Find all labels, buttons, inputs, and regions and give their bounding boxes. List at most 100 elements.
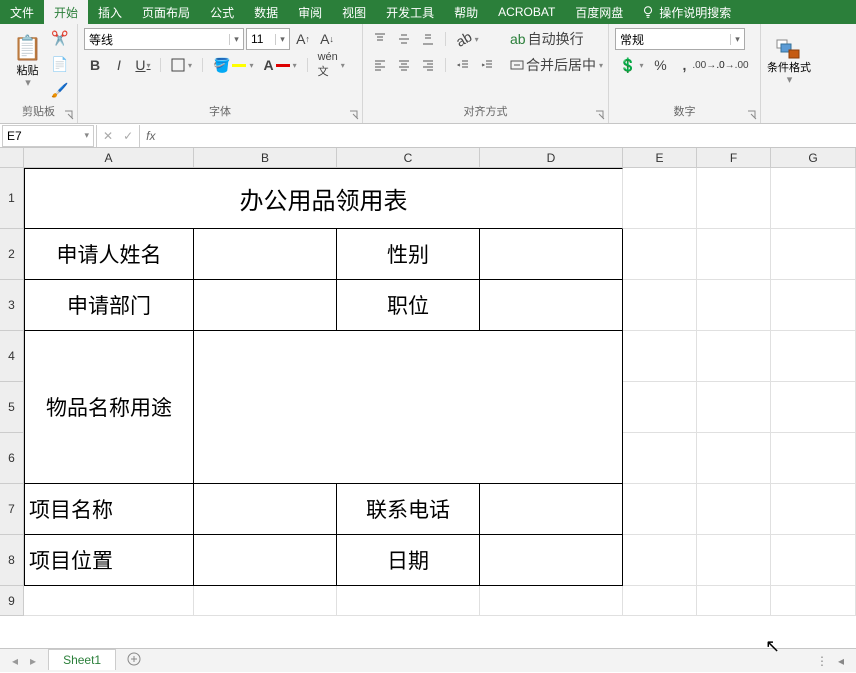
row-header-3[interactable]: 3 [0, 280, 23, 331]
cell-f6[interactable] [697, 433, 771, 484]
cell-a1[interactable]: 办公用品领用表 [24, 168, 623, 229]
name-box[interactable]: E7 ▾ [2, 125, 94, 147]
cell-e1[interactable] [623, 168, 697, 229]
paste-button[interactable]: 📋 粘贴 ▾ [6, 25, 49, 97]
cell-e8[interactable] [623, 535, 697, 586]
cell-e6[interactable] [623, 433, 697, 484]
col-header-d[interactable]: D [480, 148, 623, 168]
sheet-nav-next[interactable]: ▸ [30, 654, 36, 668]
cell-g9[interactable] [771, 586, 856, 616]
cell-a3[interactable]: 申请部门 [24, 280, 194, 331]
cell-f4[interactable] [697, 331, 771, 382]
tab-insert[interactable]: 插入 [88, 0, 132, 24]
col-header-f[interactable]: F [697, 148, 771, 168]
align-right-button[interactable] [417, 54, 439, 76]
cell-c9[interactable] [337, 586, 480, 616]
cell-b8[interactable] [194, 535, 337, 586]
cell-f2[interactable] [697, 229, 771, 280]
enter-formula-button[interactable]: ✓ [123, 129, 133, 143]
tab-acrobat[interactable]: ACROBAT [488, 0, 565, 24]
align-bottom-button[interactable] [417, 28, 439, 50]
conditional-formatting-button[interactable]: 条件格式 ▾ [763, 26, 815, 98]
cell-b7[interactable] [194, 484, 337, 535]
align-left-button[interactable] [369, 54, 391, 76]
cell-d2[interactable] [480, 229, 623, 280]
cell-e5[interactable] [623, 382, 697, 433]
format-painter-button[interactable]: 🖌️ [49, 79, 71, 101]
merge-center-button[interactable]: 合并后居中 ▾ [506, 54, 616, 76]
cell-f9[interactable] [697, 586, 771, 616]
col-header-a[interactable]: A [24, 148, 194, 168]
cell-g6[interactable] [771, 433, 856, 484]
border-button[interactable]: ▾ [167, 54, 196, 76]
cell-f1[interactable] [697, 168, 771, 229]
number-format-combo[interactable]: 常规 ▾ [615, 28, 745, 50]
phonetic-button[interactable]: wén文▾ [314, 54, 349, 76]
row-header-1[interactable]: 1 [0, 168, 23, 229]
copy-button[interactable]: 📄 [49, 53, 71, 75]
cell-d9[interactable] [480, 586, 623, 616]
dialog-launcher-icon[interactable] [594, 109, 606, 121]
cell-c2[interactable]: 性别 [337, 229, 480, 280]
increase-font-button[interactable]: A↑ [292, 28, 314, 50]
dialog-launcher-icon[interactable] [348, 109, 360, 121]
cell-e7[interactable] [623, 484, 697, 535]
row-header-8[interactable]: 8 [0, 535, 23, 586]
increase-indent-button[interactable] [476, 54, 498, 76]
cell-c8[interactable]: 日期 [337, 535, 480, 586]
cell-e4[interactable] [623, 331, 697, 382]
cell-f7[interactable] [697, 484, 771, 535]
cell-f3[interactable] [697, 280, 771, 331]
col-header-c[interactable]: C [337, 148, 480, 168]
dialog-launcher-icon[interactable] [63, 109, 75, 121]
cell-g8[interactable] [771, 535, 856, 586]
tab-data[interactable]: 数据 [244, 0, 288, 24]
fill-color-button[interactable]: 🪣 ▾ [209, 54, 257, 76]
align-center-button[interactable] [393, 54, 415, 76]
new-sheet-button[interactable] [116, 651, 152, 670]
cell-b9[interactable] [194, 586, 337, 616]
cut-button[interactable]: ✂️ [49, 27, 71, 49]
cell-a9[interactable] [24, 586, 194, 616]
decrease-decimal-button[interactable]: .0→.00 [721, 54, 743, 76]
cell-a2[interactable]: 申请人姓名 [24, 229, 194, 280]
scroll-left-button[interactable]: ◂ [838, 654, 844, 668]
align-top-button[interactable] [369, 28, 391, 50]
cell-b3[interactable] [194, 280, 337, 331]
fx-label[interactable]: fx [139, 125, 155, 147]
cell-g5[interactable] [771, 382, 856, 433]
cell-g3[interactable] [771, 280, 856, 331]
col-header-e[interactable]: E [623, 148, 697, 168]
orientation-button[interactable]: ab▾ [452, 28, 483, 50]
tab-formulas[interactable]: 公式 [200, 0, 244, 24]
wrap-text-button[interactable]: ab 自动换行 [506, 28, 596, 50]
tab-page-layout[interactable]: 页面布局 [132, 0, 200, 24]
cell-c3[interactable]: 职位 [337, 280, 480, 331]
font-size-combo[interactable]: 11 ▾ [246, 28, 290, 50]
decrease-font-button[interactable]: A↓ [316, 28, 338, 50]
row-header-4[interactable]: 4 [0, 331, 23, 382]
cell-e2[interactable] [623, 229, 697, 280]
row-header-5[interactable]: 5 [0, 382, 23, 433]
cell-g1[interactable] [771, 168, 856, 229]
cell-a8[interactable]: 项目位置 [24, 535, 194, 586]
tab-help[interactable]: 帮助 [444, 0, 488, 24]
sheet-tab-sheet1[interactable]: Sheet1 [48, 649, 116, 670]
cell-g7[interactable] [771, 484, 856, 535]
bold-button[interactable]: B [84, 54, 106, 76]
col-header-g[interactable]: G [771, 148, 856, 168]
cell-d3[interactable] [480, 280, 623, 331]
font-name-combo[interactable]: 等线 ▾ [84, 28, 244, 50]
align-middle-button[interactable] [393, 28, 415, 50]
font-color-button[interactable]: A ▾ [259, 54, 300, 76]
cell-a4[interactable]: 物品名称用途 [24, 331, 194, 484]
cell-g4[interactable] [771, 331, 856, 382]
tab-view[interactable]: 视图 [332, 0, 376, 24]
select-all-corner[interactable] [0, 148, 24, 168]
currency-button[interactable]: 💲▾ [615, 54, 647, 76]
cell-a7[interactable]: 项目名称 [24, 484, 194, 535]
tell-me[interactable]: 操作说明搜索 [633, 0, 739, 24]
tab-review[interactable]: 审阅 [288, 0, 332, 24]
sheet-nav-prev[interactable]: ◂ [12, 654, 18, 668]
formula-bar[interactable] [155, 125, 856, 147]
